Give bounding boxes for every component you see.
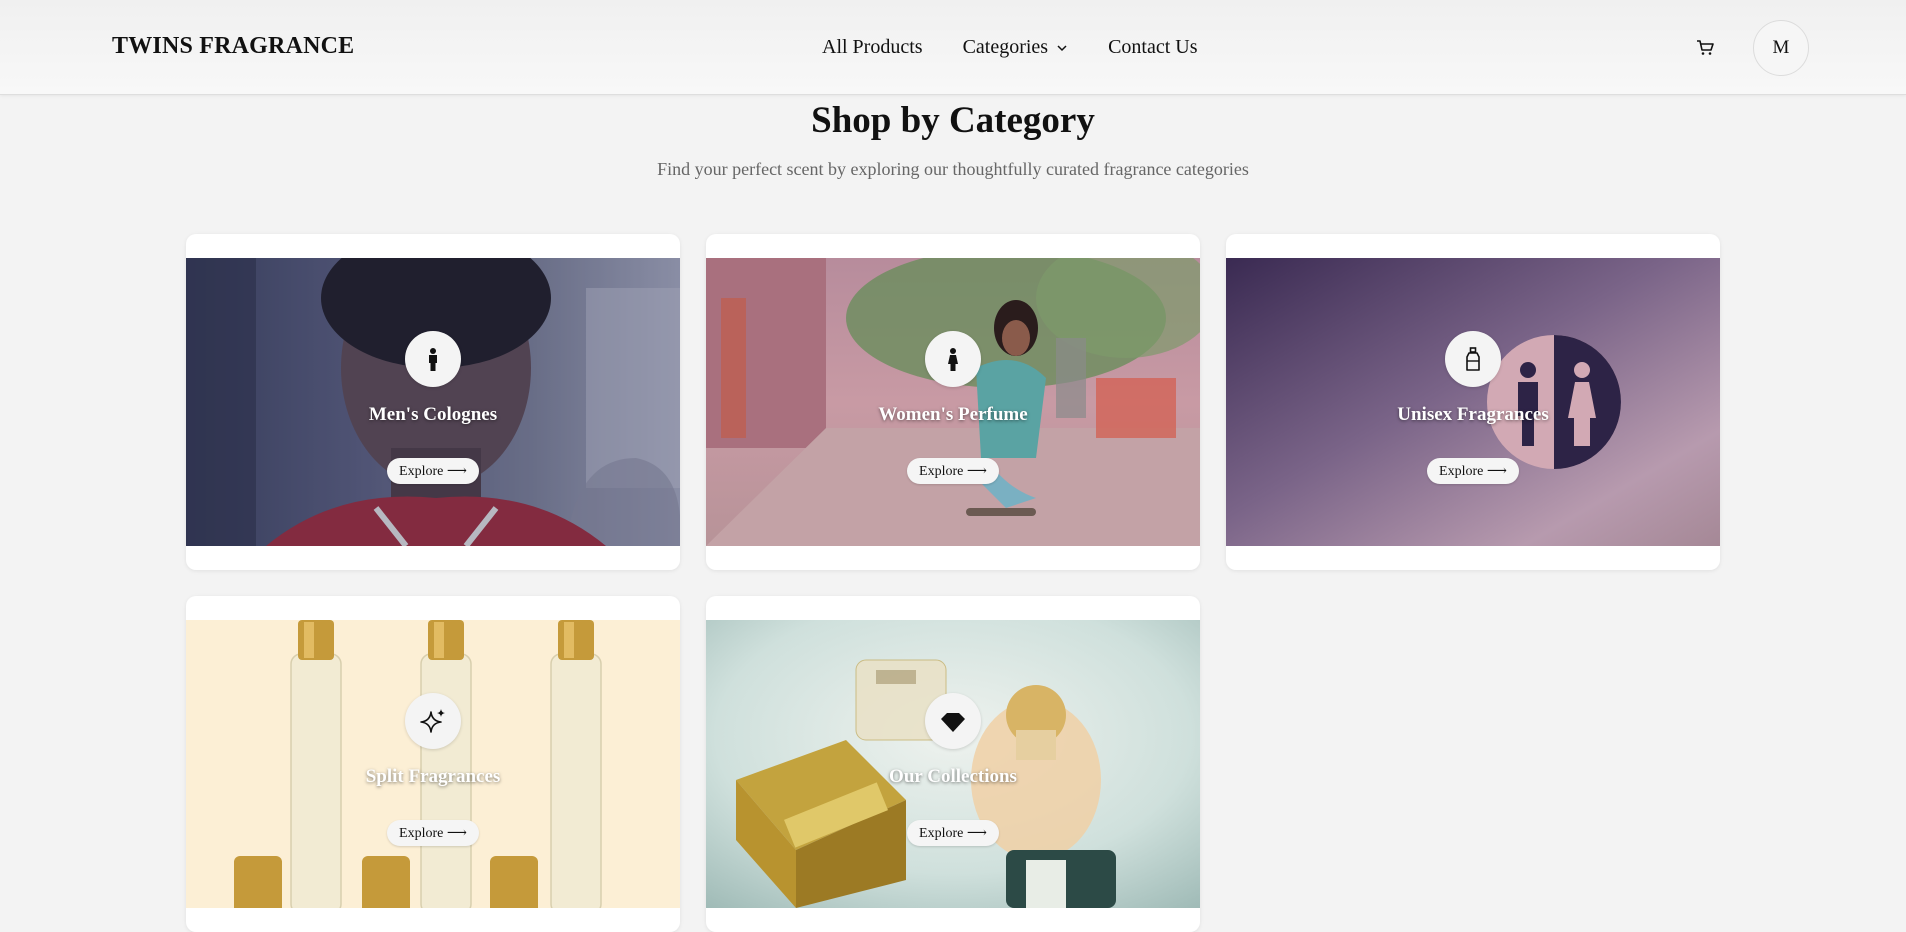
card-title: Unisex Fragrances <box>1397 404 1549 425</box>
nav-contact-label: Contact Us <box>1108 36 1198 58</box>
nav-contact-us[interactable]: Contact Us <box>1108 36 1197 59</box>
chevron-down-icon <box>1057 44 1067 51</box>
gem-icon <box>925 693 981 749</box>
category-card-womens[interactable]: Women's Perfume Explore ⟶ <box>706 234 1200 570</box>
explore-button[interactable]: Explore ⟶ <box>387 458 479 484</box>
nav-categories-dropdown[interactable]: Categories <box>963 36 1069 59</box>
category-card-collections[interactable]: Our Collections Explore ⟶ <box>706 596 1200 932</box>
card-title: Men's Colognes <box>368 404 498 425</box>
cart-icon[interactable] <box>1694 36 1716 58</box>
explore-button[interactable]: Explore ⟶ <box>387 820 479 846</box>
explore-button[interactable]: Explore ⟶ <box>1427 458 1519 484</box>
page-title: Shop by Category <box>811 100 1095 141</box>
bottle-icon <box>1445 331 1501 387</box>
collections-card-overlay: Our Collections Explore ⟶ <box>706 620 1200 908</box>
brand-logo[interactable]: TWINS FRAGRANCE <box>112 33 354 60</box>
user-avatar[interactable]: M <box>1753 20 1809 76</box>
category-card-unisex[interactable]: Unisex Fragrances Explore ⟶ <box>1226 234 1720 570</box>
unisex-card-overlay: Unisex Fragrances Explore ⟶ <box>1226 258 1720 546</box>
page-subtitle: Find your perfect scent by exploring our… <box>657 159 1249 179</box>
split-card-overlay: Split Fragrances Explore ⟶ <box>186 620 680 908</box>
category-card-mens[interactable]: Men's Colognes Explore ⟶ <box>186 234 680 570</box>
card-title: Split Fragrances <box>365 766 501 787</box>
sparkles-icon <box>405 693 461 749</box>
mens-card-overlay: Men's Colognes Explore ⟶ <box>186 258 680 546</box>
main-nav: All Products Categories Contact Us <box>822 36 1198 59</box>
explore-button[interactable]: Explore ⟶ <box>907 820 999 846</box>
man-icon <box>405 331 461 387</box>
nav-categories-label: Categories <box>962 36 1049 58</box>
nav-all-products-label: All Products <box>822 36 923 58</box>
explore-button[interactable]: Explore ⟶ <box>907 458 999 484</box>
card-title: Women's Perfume <box>878 404 1028 425</box>
womens-card-overlay: Women's Perfume Explore ⟶ <box>706 258 1200 546</box>
woman-icon <box>925 331 981 387</box>
top-navbar: TWINS FRAGRANCE All Products Categories … <box>0 0 1906 95</box>
card-title: Our Collections <box>889 766 1017 787</box>
category-card-split[interactable]: Split Fragrances Explore ⟶ <box>186 596 680 932</box>
nav-all-products[interactable]: All Products <box>822 36 923 59</box>
